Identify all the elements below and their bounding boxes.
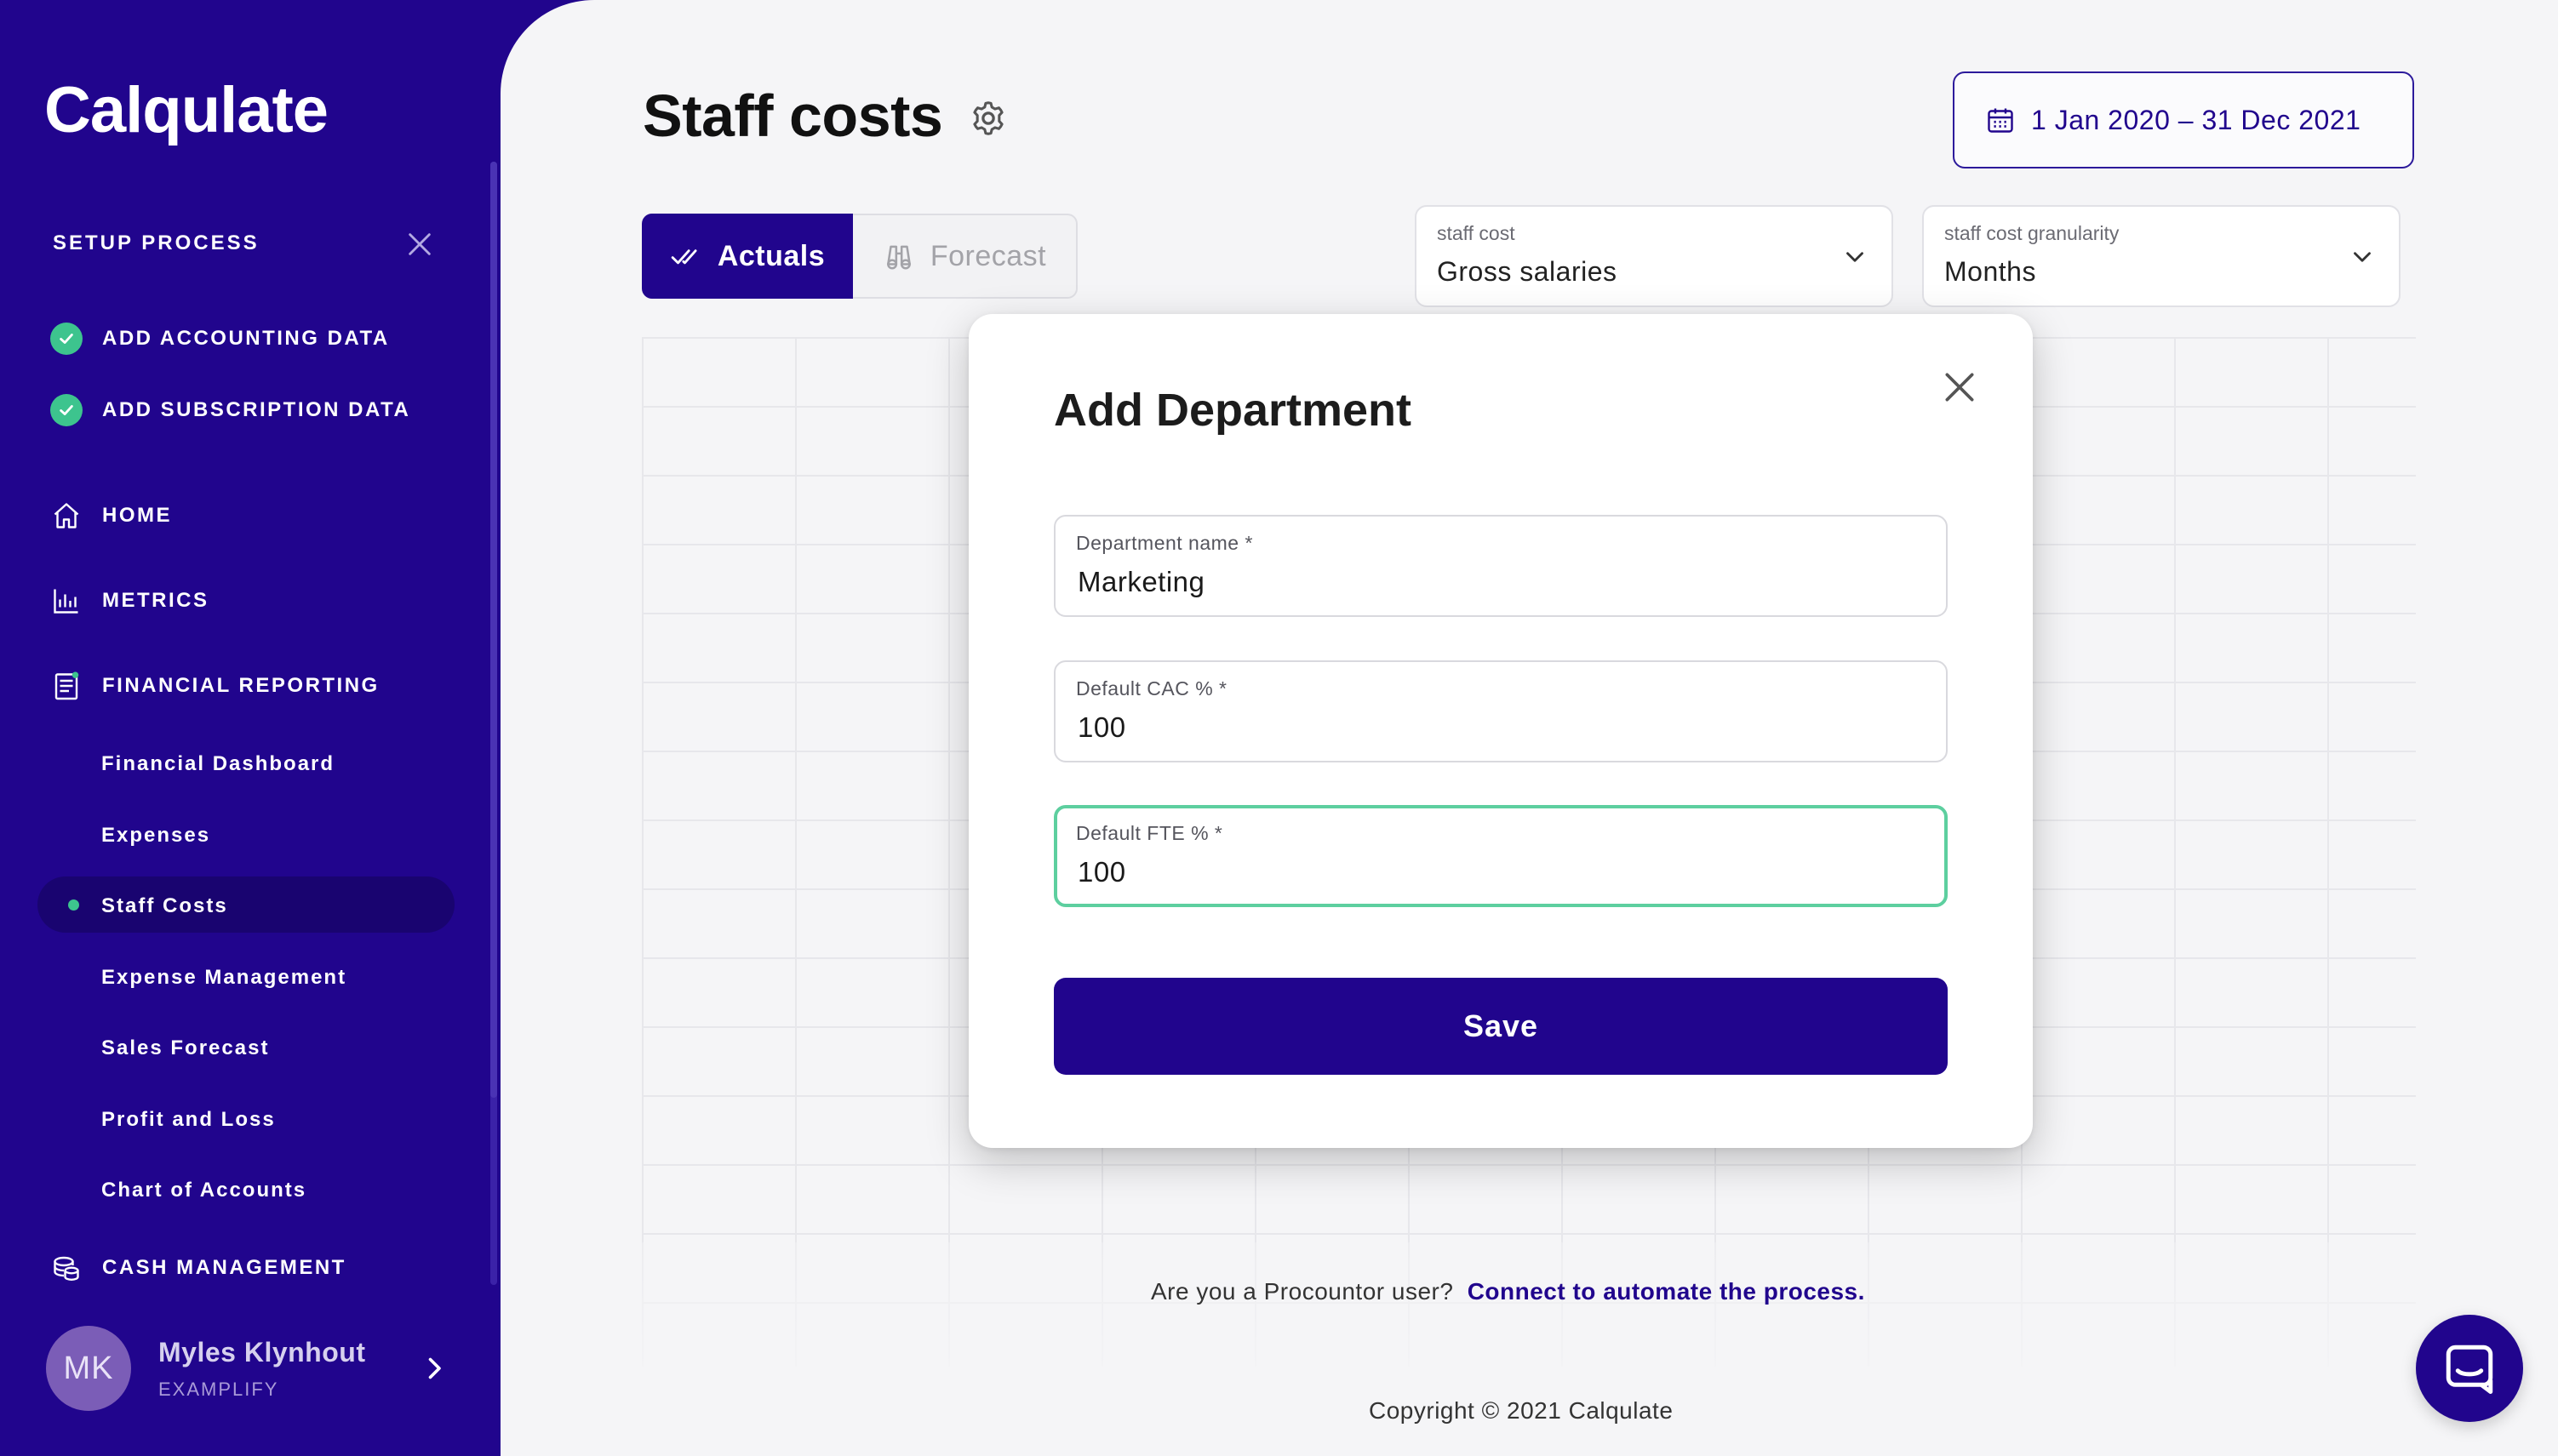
- procountor-connect-link[interactable]: Connect to automate the process.: [1468, 1278, 1865, 1305]
- date-range-label: 1 Jan 2020 – 31 Dec 2021: [2031, 104, 2361, 135]
- gear-icon[interactable]: [969, 99, 1008, 138]
- sidebar-scroll-thumb[interactable]: [490, 162, 497, 1098]
- chevron-down-icon: [2354, 252, 2371, 262]
- binoculars-icon: [886, 245, 911, 270]
- date-range-button[interactable]: 1 Jan 2020 – 31 Dec 2021: [1953, 71, 2414, 168]
- sidebar-item-label: CASH MANAGEMENT: [102, 1256, 346, 1279]
- granularity-select[interactable]: staff cost granularity Months: [1922, 205, 2401, 307]
- department-name-value: Marketing: [1078, 566, 1205, 597]
- tab-actuals[interactable]: Actuals: [642, 214, 853, 299]
- sidebar-item-label: METRICS: [102, 589, 209, 612]
- staff-cost-select-value: Gross salaries: [1437, 256, 1617, 287]
- staff-cost-select-label: staff cost: [1437, 222, 1515, 244]
- setup-step-label: ADD ACCOUNTING DATA: [102, 327, 390, 350]
- page-title: Staff costs: [643, 83, 943, 149]
- close-icon[interactable]: [1941, 368, 1978, 406]
- chevron-down-icon: [1846, 252, 1863, 262]
- tab-forecast[interactable]: Forecast: [853, 214, 1078, 299]
- sidebar-item-home[interactable]: HOME: [49, 499, 172, 533]
- avatar: MK: [46, 1326, 131, 1411]
- check-circle-icon: [50, 323, 83, 355]
- sidebar-subitem-expense-management[interactable]: Expense Management: [101, 966, 346, 990]
- sidebar-item-label: HOME: [102, 504, 172, 527]
- user-org: EXAMPLIFY: [158, 1378, 279, 1400]
- double-check-icon: [671, 249, 697, 265]
- department-name-label: Department name *: [1076, 532, 1253, 554]
- copyright: Copyright © 2021 Calqulate: [1369, 1397, 1674, 1424]
- sidebar-subitem-staff-costs[interactable]: Staff Costs: [101, 894, 228, 918]
- chevron-right-icon[interactable]: [419, 1353, 449, 1384]
- home-icon: [54, 503, 79, 528]
- active-item-dot: [68, 899, 79, 911]
- sidebar-subitem-chart-of-accounts[interactable]: Chart of Accounts: [101, 1179, 306, 1202]
- sidebar-item-cash-management[interactable]: CASH MANAGEMENT: [49, 1251, 346, 1285]
- setup-step-label: ADD SUBSCRIPTION DATA: [102, 398, 411, 421]
- sidebar-item-metrics[interactable]: METRICS: [49, 584, 209, 618]
- check-circle-icon: [50, 394, 83, 426]
- default-cac-label: Default CAC % *: [1076, 677, 1227, 699]
- granularity-select-label: staff cost granularity: [1944, 222, 2120, 244]
- sidebar-item-label: FINANCIAL REPORTING: [102, 674, 380, 697]
- default-fte-label: Default FTE % *: [1076, 822, 1223, 844]
- grid-fade: [642, 1242, 2416, 1379]
- calendar-icon: [1988, 108, 2013, 133]
- report-icon: [54, 671, 79, 700]
- department-name-field[interactable]: Department name * Marketing: [1054, 515, 1948, 617]
- tab-forecast-label: Forecast: [930, 239, 1047, 272]
- actuals-forecast-toggle: Actuals Forecast: [642, 214, 1078, 299]
- setup-step-accounting[interactable]: ADD ACCOUNTING DATA: [49, 322, 390, 356]
- procountor-question: Are you a Procountor user?: [1151, 1278, 1454, 1305]
- default-cac-field[interactable]: Default CAC % * 100: [1054, 660, 1948, 762]
- default-fte-value: 100: [1078, 856, 1126, 888]
- sidebar-subitem-profit-and-loss[interactable]: Profit and Loss: [101, 1108, 276, 1132]
- default-fte-field[interactable]: Default FTE % * 100: [1054, 805, 1948, 907]
- user-name: Myles Klynhout: [158, 1336, 366, 1367]
- tab-actuals-label: Actuals: [717, 239, 826, 272]
- procountor-connect-text: Are you a Procountor user? Connect to au…: [1151, 1278, 1865, 1305]
- chat-button[interactable]: [2416, 1315, 2523, 1422]
- sidebar-subitem-financial-dashboard[interactable]: Financial Dashboard: [101, 752, 335, 776]
- sidebar-subitem-sales-forecast[interactable]: Sales Forecast: [101, 1036, 269, 1060]
- coins-icon: [54, 1256, 79, 1282]
- granularity-select-value: Months: [1944, 256, 2036, 287]
- app-logo[interactable]: Calqulate: [44, 73, 329, 147]
- modal-title: Add Department: [1054, 385, 1412, 436]
- user-profile[interactable]: MK Myles Klynhout EXAMPLIFY: [46, 1326, 365, 1411]
- save-button[interactable]: Save: [1054, 978, 1948, 1075]
- close-icon[interactable]: [405, 230, 434, 259]
- sidebar-item-financial-reporting[interactable]: FINANCIAL REPORTING: [49, 669, 380, 703]
- sidebar-subitem-expenses[interactable]: Expenses: [101, 824, 210, 848]
- setup-process-title: SETUP PROCESS: [53, 231, 260, 254]
- staff-cost-select[interactable]: staff cost Gross salaries: [1415, 205, 1893, 307]
- default-cac-value: 100: [1078, 711, 1126, 743]
- sidebar: Calqulate SETUP PROCESS ADD ACCOUNTING D…: [0, 0, 501, 1456]
- bar-chart-icon: [54, 589, 78, 614]
- add-department-modal: Add Department Department name * Marketi…: [969, 314, 2033, 1148]
- chat-icon: [2446, 1345, 2493, 1394]
- setup-step-subscription[interactable]: ADD SUBSCRIPTION DATA: [49, 393, 410, 427]
- active-item-highlight: [37, 876, 455, 933]
